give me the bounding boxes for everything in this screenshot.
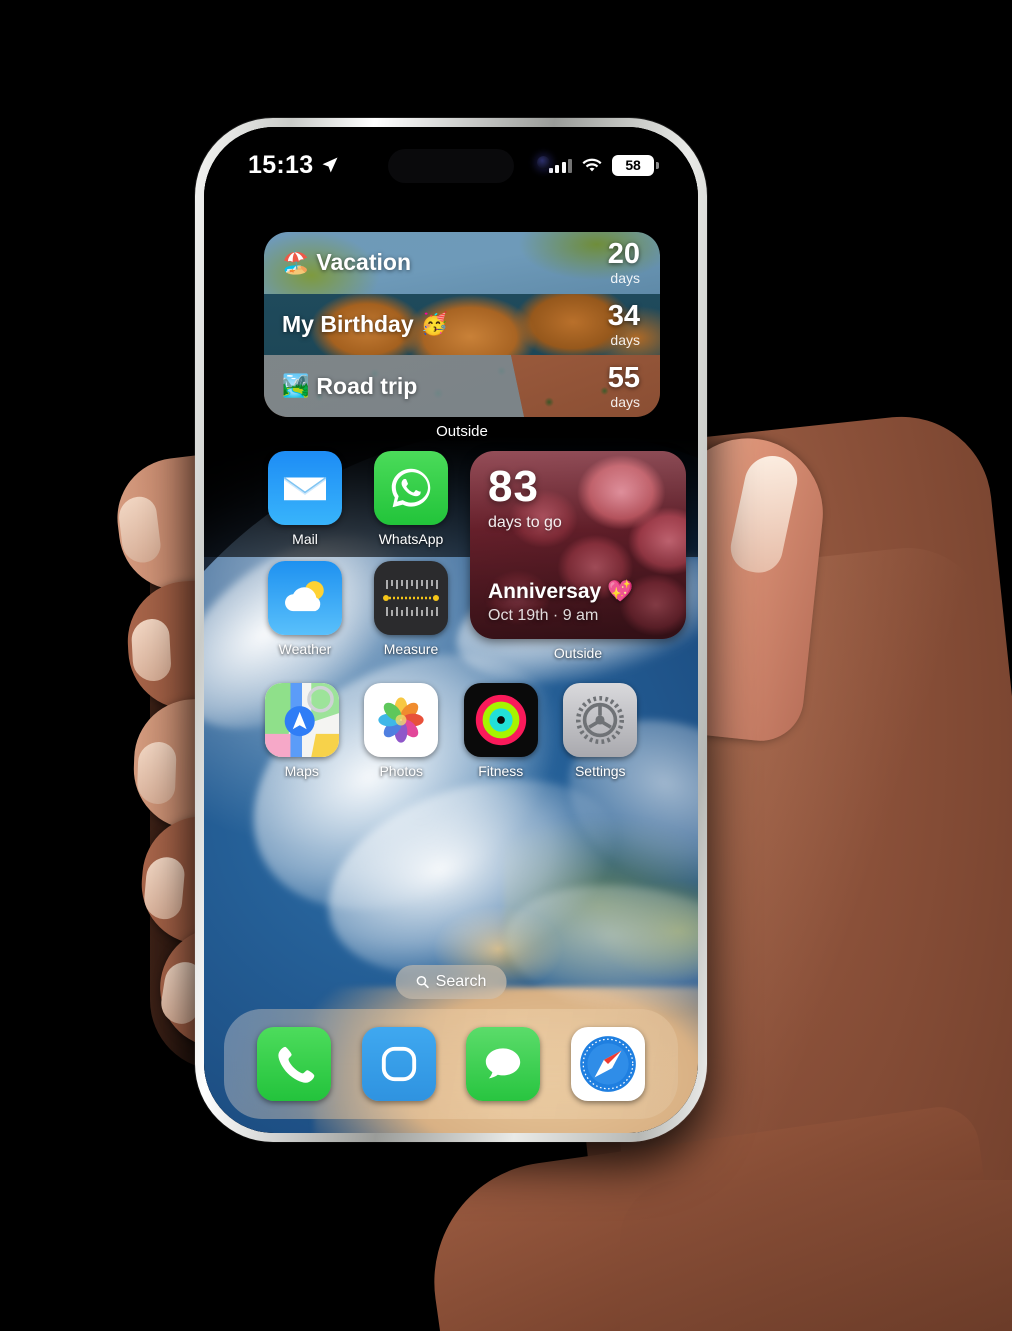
- app-settings[interactable]: Settings: [551, 683, 651, 779]
- iphone-device: 15:13 58 🏖️ Vacation 20 days My Birthday…: [195, 118, 707, 1142]
- app-label: WhatsApp: [378, 531, 444, 547]
- clock-time: 15:13: [248, 150, 314, 179]
- app-whatsapp[interactable]: WhatsApp: [358, 451, 464, 547]
- activity-rings-glyph: [475, 694, 526, 746]
- battery-percent: 58: [625, 157, 641, 173]
- anniversary-top-block: 83 days to go: [488, 465, 562, 532]
- envelope-glyph: [283, 476, 327, 501]
- compass-glyph: [579, 1036, 636, 1092]
- search-label: Search: [435, 973, 487, 990]
- countdown-row-roadtrip[interactable]: 🏞️ Road trip 55 days: [264, 355, 660, 417]
- screenshot-stage: 15:13 58 🏖️ Vacation 20 days My Birthday…: [0, 0, 1012, 1331]
- partying-face-emoji: 🥳: [420, 311, 449, 337]
- countdown-row-left: 🏞️ Road trip: [264, 373, 608, 400]
- anniversary-widget-label: Outside: [553, 645, 603, 661]
- anniversary-date: Oct 19th · 9 am: [488, 607, 599, 624]
- countdown-title: Road trip: [316, 372, 418, 399]
- app-label: Maps: [284, 763, 319, 779]
- measure-icon[interactable]: [374, 561, 448, 635]
- anniversary-bottom-block: Anniversay 💖 Oct 19th · 9 am: [488, 580, 633, 625]
- front-camera-icon: [537, 156, 550, 169]
- settings-icon[interactable]: [563, 683, 638, 757]
- app-mail[interactable]: Mail: [252, 451, 358, 547]
- anniversary-days-subtitle: days to go: [488, 514, 562, 531]
- national-park-emoji: 🏞️: [282, 373, 310, 399]
- app-row-1: Mail WhatsApp Weather Measure 83 days to…: [204, 451, 698, 661]
- anniversary-title: Anniversay 💖: [488, 580, 634, 603]
- app-measure[interactable]: Measure: [358, 561, 464, 657]
- countdown-row-left: My Birthday 🥳: [264, 311, 608, 338]
- countdown-row-left: 🏖️ Vacation: [264, 249, 608, 276]
- battery-icon: 58: [612, 154, 659, 176]
- countdown-list-widget[interactable]: 🏖️ Vacation 20 days My Birthday 🥳 34 day…: [264, 232, 660, 417]
- maps-icon[interactable]: [264, 683, 339, 757]
- fingernail: [142, 855, 186, 921]
- app-label: Weather: [278, 641, 332, 657]
- countdown-days-number: 55: [607, 361, 640, 394]
- safari-icon[interactable]: [570, 1027, 645, 1101]
- status-indicators: 58: [548, 154, 659, 176]
- app-maps[interactable]: Maps: [252, 683, 352, 779]
- search-icon: [416, 976, 429, 989]
- countdown-row-birthday[interactable]: My Birthday 🥳 34 days: [264, 293, 660, 356]
- home-screen-grid: Mail WhatsApp Weather Measure 83 days to…: [204, 451, 698, 793]
- dynamic-island: [388, 149, 514, 183]
- fingernail: [116, 494, 163, 565]
- countdown-days-number: 20: [607, 238, 640, 271]
- wifi-icon: [582, 158, 602, 172]
- weather-icon[interactable]: [268, 561, 342, 635]
- mail-icon[interactable]: [268, 451, 342, 525]
- countdown-days-unit: days: [610, 331, 640, 348]
- app-fitness[interactable]: Fitness: [451, 683, 551, 779]
- app-photos[interactable]: Photos: [352, 683, 452, 779]
- wrist: [620, 1180, 1012, 1331]
- cellular-bars-icon: [548, 158, 572, 173]
- beach-umbrella-emoji: 🏖️: [282, 249, 310, 275]
- phone-icon[interactable]: [257, 1027, 332, 1101]
- countdown-row-right: 20 days: [607, 238, 660, 287]
- camera-shutter-glyph: [381, 1046, 416, 1082]
- countdown-title: Vacation: [316, 249, 412, 276]
- anniversary-countdown-widget[interactable]: 83 days to go Anniversay 💖 Oct 19th · 9 …: [470, 451, 686, 639]
- photos-flower-glyph: [378, 697, 424, 743]
- photos-icon[interactable]: [364, 683, 439, 757]
- status-clock: 15:13: [248, 151, 339, 180]
- countdown-row-right: 55 days: [607, 361, 660, 410]
- camera-icon[interactable]: [361, 1027, 436, 1101]
- countdown-days-number: 34: [607, 299, 640, 332]
- ruler-glyph: [383, 580, 439, 616]
- anniversary-days-number: 83: [488, 462, 539, 511]
- fitness-icon[interactable]: [463, 683, 538, 757]
- fingernail: [130, 618, 172, 683]
- gear-glyph: [576, 695, 625, 745]
- app-label: Measure: [383, 641, 439, 657]
- app-label: Photos: [379, 763, 424, 779]
- maps-glyph: [264, 683, 339, 757]
- countdown-widget-label: Outside: [436, 423, 488, 440]
- app-label: Fitness: [478, 763, 524, 779]
- countdown-row-vacation[interactable]: 🏖️ Vacation 20 days: [264, 232, 660, 294]
- location-arrow-icon: [322, 157, 338, 173]
- app-label: Mail: [292, 531, 318, 547]
- countdown-days-unit: days: [610, 270, 640, 287]
- whatsapp-icon[interactable]: [374, 451, 448, 525]
- dock: [224, 1009, 678, 1119]
- app-label: Settings: [574, 763, 626, 779]
- app-weather[interactable]: Weather: [252, 561, 358, 657]
- countdown-title: My Birthday: [282, 310, 414, 337]
- app-row-3: Maps Photos Fitness Settings: [204, 683, 698, 779]
- phone-handset-glyph: [278, 1046, 315, 1083]
- fingernail: [136, 741, 177, 805]
- countdown-row-right: 34 days: [607, 299, 660, 348]
- speech-bubble-glyph: [486, 1048, 521, 1079]
- iphone-screen[interactable]: 15:13 58 🏖️ Vacation 20 days My Birthday…: [204, 127, 698, 1133]
- whatsapp-glyph: [391, 468, 431, 508]
- search-button[interactable]: Search: [395, 965, 507, 999]
- sun-cloud-glyph: [285, 581, 324, 612]
- messages-icon[interactable]: [466, 1027, 541, 1101]
- countdown-days-unit: days: [610, 393, 640, 410]
